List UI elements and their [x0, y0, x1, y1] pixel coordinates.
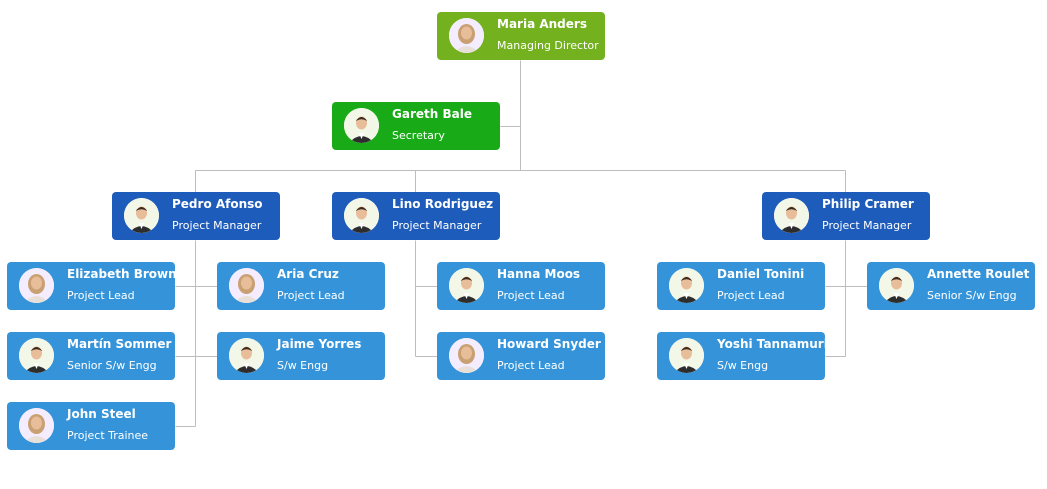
employee-name: Aria Cruz	[277, 267, 339, 281]
org-node-howard[interactable]: Howard Snyder Project Lead	[437, 332, 605, 380]
employee-role: Senior S/w Engg	[67, 359, 157, 372]
employee-name: John Steel	[67, 407, 136, 421]
employee-role: Senior S/w Engg	[927, 289, 1017, 302]
employee-name: Martín Sommer	[67, 337, 172, 351]
org-node-hanna[interactable]: Hanna Moos Project Lead	[437, 262, 605, 310]
employee-role: Secretary	[392, 129, 445, 142]
avatar-icon	[229, 268, 264, 303]
org-node-philip[interactable]: Philip Cramer Project Manager	[762, 192, 930, 240]
employee-name: Elizabeth Brown	[67, 267, 177, 281]
employee-role: Project Lead	[277, 289, 345, 302]
employee-name: Annette Roulet	[927, 267, 1030, 281]
employee-role: Project Lead	[67, 289, 135, 302]
employee-role: Project Manager	[822, 219, 912, 232]
org-node-lino[interactable]: Lino Rodriguez Project Manager	[332, 192, 500, 240]
employee-role: Project Lead	[497, 289, 565, 302]
avatar-icon	[669, 338, 704, 373]
avatar-icon	[124, 198, 159, 233]
employee-name: Jaime Yorres	[277, 337, 362, 351]
avatar-icon	[449, 268, 484, 303]
employee-name: Lino Rodriguez	[392, 197, 494, 211]
employee-role: Project Manager	[172, 219, 262, 232]
avatar-icon	[19, 408, 54, 443]
employee-name: Gareth Bale	[392, 107, 472, 121]
avatar-icon	[229, 338, 264, 373]
avatar-icon	[19, 338, 54, 373]
org-node-martin[interactable]: Martín Sommer Senior S/w Engg	[7, 332, 175, 380]
employee-role: S/w Engg	[277, 359, 329, 372]
employee-role: Project Manager	[392, 219, 482, 232]
employee-role: Project Lead	[497, 359, 565, 372]
avatar-icon	[774, 198, 809, 233]
org-node-annette[interactable]: Annette Roulet Senior S/w Engg	[867, 262, 1035, 310]
avatar-icon	[879, 268, 914, 303]
employee-name: Philip Cramer	[822, 197, 914, 211]
employee-name: Hanna Moos	[497, 267, 581, 281]
employee-role: Project Trainee	[67, 429, 149, 442]
employee-role: Managing Director	[497, 39, 599, 52]
org-node-daniel[interactable]: Daniel Tonini Project Lead	[657, 262, 825, 310]
org-node-john[interactable]: John Steel Project Trainee	[7, 402, 175, 450]
avatar-icon	[19, 268, 54, 303]
employee-name: Yoshi Tannamuri	[717, 337, 828, 351]
employee-name: Pedro Afonso	[172, 197, 263, 211]
employee-name: Howard Snyder	[497, 337, 601, 351]
avatar-icon	[669, 268, 704, 303]
avatar-icon	[344, 108, 379, 143]
employee-role: Project Lead	[717, 289, 785, 302]
avatar-icon	[344, 198, 379, 233]
employee-role: S/w Engg	[717, 359, 769, 372]
org-node-maria[interactable]: Maria Anders Managing Director	[437, 12, 605, 60]
org-node-pedro[interactable]: Pedro Afonso Project Manager	[112, 192, 280, 240]
org-chart: Maria Anders Managing Director Gareth Bale…	[0, 0, 1047, 489]
avatar-icon	[449, 338, 484, 373]
org-node-aria[interactable]: Aria Cruz Project Lead	[217, 262, 385, 310]
org-node-elizabeth[interactable]: Elizabeth Brown Project Lead	[7, 262, 177, 310]
org-node-yoshi[interactable]: Yoshi Tannamuri S/w Engg	[657, 332, 828, 380]
org-node-jaime[interactable]: Jaime Yorres S/w Engg	[217, 332, 385, 380]
employee-name: Maria Anders	[497, 17, 587, 31]
org-node-gareth[interactable]: Gareth Bale Secretary	[332, 102, 500, 150]
employee-name: Daniel Tonini	[717, 267, 805, 281]
avatar-icon	[449, 18, 484, 53]
